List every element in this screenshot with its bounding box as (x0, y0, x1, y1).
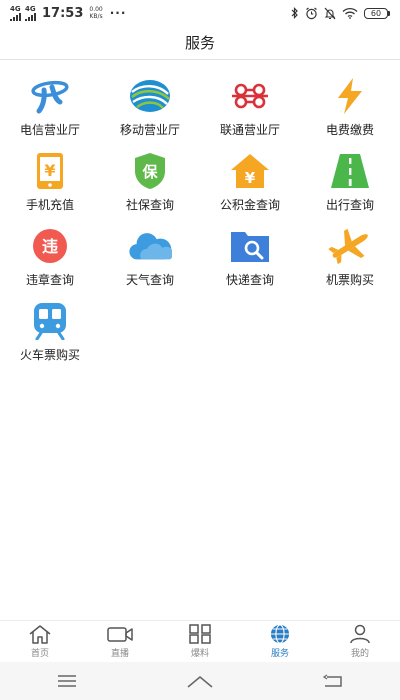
network-type-label: 4G (10, 4, 21, 13)
unicom-logo-icon (228, 76, 272, 116)
speed-value: 0.00 (89, 6, 103, 13)
menu-icon (57, 675, 76, 687)
service-express[interactable]: 快递查询 (200, 222, 300, 297)
grid-icon (189, 624, 211, 644)
page-header: 服务 (0, 26, 400, 60)
speed-unit: KB/s (89, 13, 103, 20)
service-electricity[interactable]: 电费缴费 (300, 72, 400, 147)
service-label: 社保查询 (125, 198, 174, 212)
weather-cloud-icon (128, 226, 172, 266)
wifi-icon (342, 7, 358, 19)
service-housing-fund[interactable]: ¥ 公积金查询 (200, 147, 300, 222)
home-icon (29, 625, 51, 644)
service-label: 移动营业厅 (119, 123, 180, 137)
bluetooth-icon (291, 7, 298, 19)
tab-report[interactable]: 爆料 (160, 624, 240, 659)
status-bar: 4G 4G 17:53 0.00 KB/s ··· 60 (0, 0, 400, 26)
system-nav-bar (0, 662, 400, 700)
service-label: 电信营业厅 (19, 123, 80, 137)
service-label: 违章查询 (25, 273, 74, 287)
tab-home[interactable]: 首页 (0, 624, 80, 659)
home-button[interactable] (170, 666, 230, 696)
service-label: 机票购买 (325, 273, 374, 287)
tab-label: 服务 (270, 649, 289, 659)
lightning-icon (328, 76, 372, 116)
tab-services[interactable]: 服务 (240, 624, 320, 659)
airplane-icon (328, 226, 372, 266)
tab-label: 爆料 (190, 649, 209, 659)
globe-icon (270, 624, 290, 644)
train-icon (28, 301, 72, 341)
service-label: 火车票购买 (19, 348, 80, 362)
battery-level: 60 (364, 7, 388, 19)
cell-signal-1: 4G (10, 4, 21, 21)
service-label: 电费缴费 (325, 123, 374, 137)
user-icon (350, 624, 370, 644)
bottom-tab-bar: 首页 直播 爆料 服务 我的 (0, 620, 400, 662)
service-label: 快递查询 (225, 273, 274, 287)
service-phone-recharge[interactable]: ¥ 手机充值 (0, 147, 100, 222)
services-grid: 电信营业厅 移动营业厅 联通营业厅 电费缴费 ¥ 手机充值 保 社保查询 ¥ 公… (0, 72, 400, 372)
tab-label: 我的 (350, 649, 369, 659)
service-unicom[interactable]: 联通营业厅 (200, 72, 300, 147)
mute-bell-icon (324, 7, 336, 19)
service-travel[interactable]: 出行查询 (300, 147, 400, 222)
network-speed: 0.00 KB/s (89, 6, 102, 20)
back-icon (323, 674, 343, 687)
svg-text:违: 违 (42, 237, 58, 256)
cell-signal-2: 4G (25, 4, 36, 21)
road-icon (328, 151, 372, 191)
svg-text:¥: ¥ (44, 161, 55, 180)
tab-label: 首页 (30, 649, 49, 659)
back-button[interactable] (303, 666, 363, 696)
service-label: 出行查询 (325, 198, 374, 212)
network-type-label-2: 4G (25, 4, 36, 13)
social-security-shield-icon: 保 (128, 151, 172, 191)
signal-bars-icon (10, 12, 21, 21)
service-label: 天气查询 (125, 273, 174, 287)
home-nav-icon (187, 676, 213, 688)
service-label: 手机充值 (25, 198, 74, 212)
svg-text:保: 保 (141, 163, 158, 181)
phone-recharge-icon: ¥ (28, 151, 72, 191)
svg-text:¥: ¥ (245, 169, 256, 187)
alarm-icon (306, 7, 317, 19)
violation-icon: 违 (28, 226, 72, 266)
service-train[interactable]: 火车票购买 (0, 297, 100, 372)
housing-fund-icon: ¥ (228, 151, 272, 191)
tab-label: 直播 (110, 649, 129, 659)
tab-profile[interactable]: 我的 (320, 624, 400, 659)
menu-button[interactable] (37, 666, 97, 696)
service-telecom[interactable]: 电信营业厅 (0, 72, 100, 147)
service-label: 公积金查询 (219, 198, 280, 212)
service-violation[interactable]: 违 违章查询 (0, 222, 100, 297)
status-right: 60 (291, 7, 390, 20)
telecom-logo-icon (28, 76, 72, 116)
page-title: 服务 (184, 34, 215, 52)
service-social-security[interactable]: 保 社保查询 (100, 147, 200, 222)
mobile-logo-icon (128, 76, 172, 116)
clock: 17:53 (42, 5, 84, 21)
express-search-icon (228, 226, 272, 266)
more-notifications-icon: ··· (109, 6, 127, 20)
service-label: 联通营业厅 (219, 123, 280, 137)
service-mobile[interactable]: 移动营业厅 (100, 72, 200, 147)
service-flight[interactable]: 机票购买 (300, 222, 400, 297)
battery-icon: 60 (364, 7, 390, 19)
service-weather[interactable]: 天气查询 (100, 222, 200, 297)
signal-bars-icon-2 (25, 12, 36, 21)
tab-live[interactable]: 直播 (80, 624, 160, 659)
status-left: 4G 4G 17:53 0.00 KB/s ··· (10, 4, 127, 21)
video-camera-icon (107, 627, 133, 642)
